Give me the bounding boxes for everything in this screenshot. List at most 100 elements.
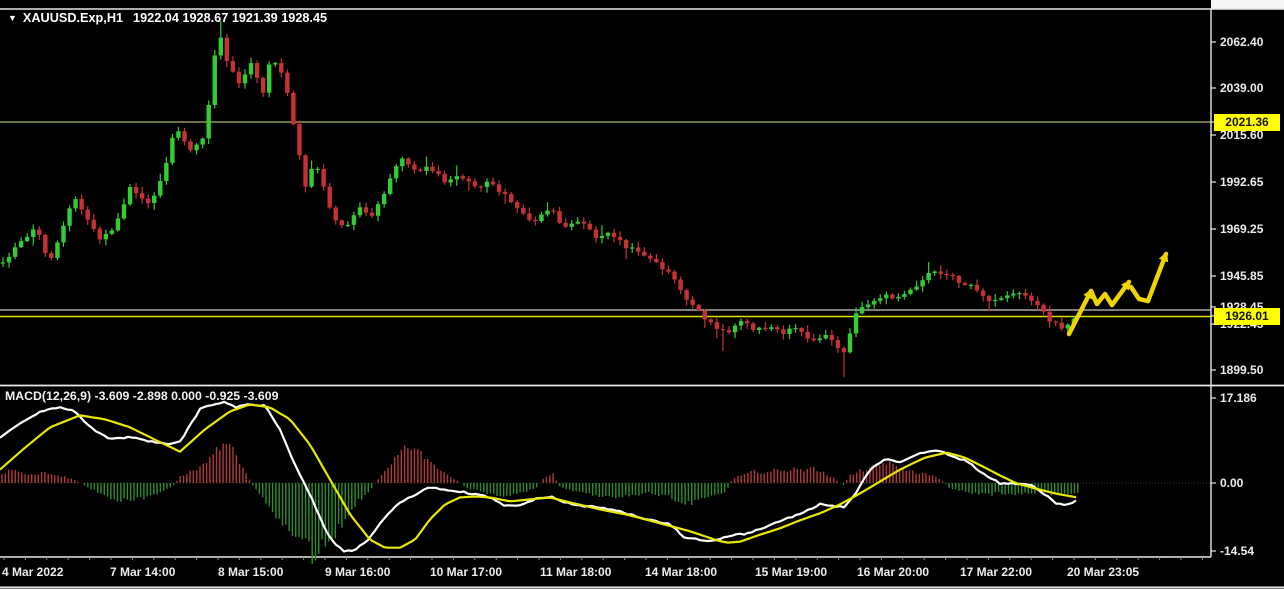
macd-histogram-bar <box>971 483 973 495</box>
macd-histogram-bar <box>143 483 145 500</box>
macd-histogram-bar <box>608 483 610 496</box>
macd-histogram-bar <box>361 483 363 500</box>
macd-histogram-bar <box>783 470 785 483</box>
macd-histogram-bar <box>638 483 640 496</box>
candle-body <box>248 63 254 75</box>
macd-histogram-bar <box>37 474 39 483</box>
macd-histogram-bar <box>357 483 360 499</box>
candle-body <box>472 181 478 187</box>
candle-body <box>751 323 756 330</box>
price-level-highlight: 2021.36 <box>1214 113 1280 131</box>
candle-body <box>91 219 96 229</box>
macd-histogram-bar <box>186 473 188 483</box>
candle-body <box>974 284 980 291</box>
macd-histogram-bar <box>430 462 432 483</box>
macd-histogram-bar <box>136 483 138 498</box>
macd-histogram-bar <box>321 483 323 540</box>
candle-body <box>702 310 707 320</box>
macd-histogram-bar <box>146 483 148 497</box>
candle-body <box>37 229 42 235</box>
macd-histogram-bar <box>512 483 515 494</box>
candle-body <box>279 63 284 73</box>
macd-histogram-bar <box>585 483 587 494</box>
candle-body <box>127 187 133 205</box>
macd-histogram-bar <box>568 483 571 490</box>
macd-histogram-bar <box>908 470 911 483</box>
candle-wick <box>468 176 470 191</box>
price-tick-label: 1945.85 <box>1220 269 1264 283</box>
macd-histogram-bar <box>380 474 383 483</box>
candle-body <box>835 339 841 349</box>
candle-wick <box>425 156 428 176</box>
candle-body <box>418 169 423 171</box>
candle-body <box>509 194 514 203</box>
candle-body <box>406 158 411 165</box>
macd-histogram-bar <box>163 483 165 491</box>
macd-histogram-bar <box>271 483 274 513</box>
candle-body <box>1053 321 1058 323</box>
candle-body <box>575 221 580 224</box>
candle-body <box>182 131 187 142</box>
candle-body <box>109 230 115 234</box>
candle-body <box>999 298 1004 300</box>
candle-body <box>297 124 302 156</box>
macd-histogram-bar <box>763 473 765 483</box>
macd-histogram-bar <box>648 483 650 492</box>
candle-body <box>962 282 968 285</box>
macd-histogram-bar <box>202 463 204 483</box>
time-tick-label: 20 Mar 23:05 <box>1067 565 1140 579</box>
candle-body <box>200 138 205 145</box>
price-chart-canvas[interactable] <box>0 0 1284 589</box>
macd-histogram-bar <box>786 472 789 483</box>
candle-body <box>787 328 792 334</box>
candle-body <box>551 210 556 212</box>
candle-body <box>884 294 889 299</box>
candle-body <box>666 269 671 272</box>
candle-body <box>799 327 804 332</box>
macd-histogram-bar <box>799 469 802 483</box>
candle-body <box>424 166 429 171</box>
macd-histogram-bar <box>483 483 485 493</box>
candle-body <box>527 213 532 220</box>
macd-histogram-bar <box>628 483 630 497</box>
candle-body <box>315 168 320 171</box>
macd-histogram-bar <box>981 483 983 494</box>
candle-body <box>593 229 599 239</box>
macd-histogram-bar <box>902 468 904 483</box>
candle-body <box>1035 300 1040 305</box>
macd-histogram-bar <box>387 467 389 483</box>
macd-histogram-bar <box>219 450 221 483</box>
macd-histogram-bar <box>182 475 185 483</box>
macd-histogram-bar <box>172 483 175 485</box>
time-tick-label: 8 Mar 15:00 <box>218 565 284 579</box>
macd-histogram-bar <box>179 476 181 483</box>
macd-histogram-bar <box>153 483 155 495</box>
candle-body <box>908 289 913 294</box>
candle-body <box>805 331 810 339</box>
candle-body <box>254 63 260 78</box>
macd-histogram-bar <box>189 470 191 483</box>
macd-histogram-bar <box>493 483 495 494</box>
macd-histogram-bar <box>225 444 228 483</box>
macd-histogram-bar <box>958 483 960 491</box>
candle-body <box>859 307 865 314</box>
macd-histogram-bar <box>532 483 534 489</box>
macd-histogram-bar <box>229 443 231 483</box>
candle-body <box>847 333 853 353</box>
macd-histogram-bar <box>747 473 749 483</box>
macd-histogram-bar <box>139 483 142 498</box>
macd-histogram-bar <box>113 483 115 500</box>
ohlc-readout: 1922.04 1928.67 1921.39 1928.45 <box>133 11 328 25</box>
candle-body <box>18 241 24 248</box>
macd-histogram-bar <box>750 470 752 483</box>
macd-histogram-bar <box>116 483 119 502</box>
candle-wick <box>456 165 458 186</box>
macd-histogram-bar <box>469 483 472 490</box>
chevron-down-icon[interactable]: ▼ <box>8 13 17 23</box>
candle-body <box>12 247 18 257</box>
macd-histogram-bar <box>476 483 478 490</box>
candle-body <box>726 330 732 333</box>
candle-body <box>932 271 937 274</box>
macd-histogram-bar <box>159 483 162 493</box>
candle-body <box>188 141 193 151</box>
